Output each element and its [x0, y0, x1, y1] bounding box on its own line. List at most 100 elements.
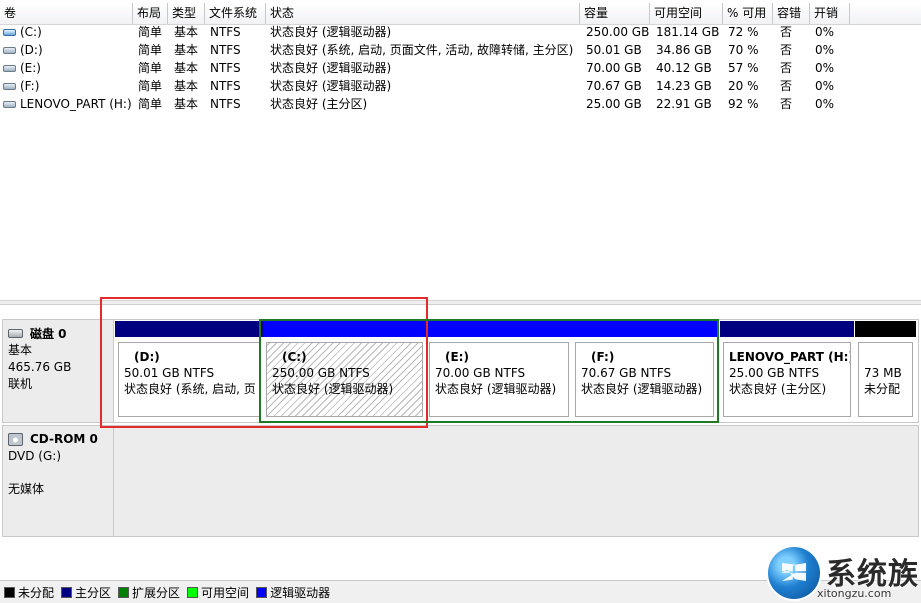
- status-cell: 状态良好 (主分区): [270, 97, 368, 111]
- percent-free-cell: 92 %: [728, 97, 759, 111]
- partition-c[interactable]: (C:) 250.00 GB NTFS 状态良好 (逻辑驱动器): [263, 321, 426, 420]
- table-row[interactable]: (F:) 简单 基本 NTFS 状态良好 (逻辑驱动器) 70.67 GB 14…: [0, 77, 921, 95]
- partition-size: 50.01 GB NTFS: [124, 366, 215, 380]
- partition-bar: [855, 321, 916, 337]
- col-header-fault-tolerance[interactable]: 容错: [773, 3, 810, 24]
- partition-bar: [720, 321, 854, 337]
- partition-status: 状态良好 (主分区): [729, 382, 827, 396]
- col-header-filesystem[interactable]: 文件系统: [205, 3, 266, 24]
- filesystem-cell: NTFS: [210, 25, 241, 39]
- cdrom-0-drive: DVD (G:): [8, 449, 61, 463]
- system-volume-icon: [3, 29, 16, 36]
- free-space-cell: 40.12 GB: [656, 61, 712, 75]
- percent-free-cell: 20 %: [728, 79, 759, 93]
- fault-tolerance-cell: 否: [780, 79, 793, 93]
- partition-unallocated[interactable]: 73 MB 未分配: [855, 321, 916, 420]
- legend-swatch: [256, 586, 268, 598]
- status-cell: 状态良好 (逻辑驱动器): [270, 79, 392, 93]
- fault-tolerance-cell: 否: [780, 43, 793, 57]
- free-space-cell: 181.14 GB: [656, 25, 720, 39]
- legend-extended: 扩展分区: [118, 584, 180, 601]
- col-header-type[interactable]: 类型: [168, 3, 205, 24]
- watermark-url: xitongzu.com: [817, 587, 892, 600]
- capacity-cell: 70.67 GB: [586, 79, 642, 93]
- layout-cell: 简单: [138, 43, 163, 57]
- overhead-cell: 0%: [815, 43, 835, 57]
- table-row[interactable]: (C:) 简单 基本 NTFS 状态良好 (逻辑驱动器) 250.00 GB 1…: [0, 23, 921, 41]
- partition-f[interactable]: (F:) 70.67 GB NTFS 状态良好 (逻辑驱动器): [572, 321, 717, 420]
- disk-0-partition-row: (D:) 50.01 GB NTFS 状态良好 (系统, 启动, 页 (C:) …: [114, 319, 919, 423]
- overhead-cell: 0%: [815, 97, 835, 111]
- fault-tolerance-cell: 否: [780, 97, 793, 111]
- disk-0-size: 465.76 GB: [8, 360, 72, 374]
- volume-list: 卷 布局 类型 文件系统 状态 容量 可用空间 % 可用 容错 开销 (C:) …: [0, 0, 921, 300]
- status-cell: 状态良好 (系统, 启动, 页面文件, 活动, 故障转储, 主分区): [270, 43, 574, 57]
- partition-status: 状态良好 (逻辑驱动器): [272, 382, 394, 396]
- layout-cell: 简单: [138, 25, 163, 39]
- windows-globe-icon: [768, 547, 820, 599]
- capacity-cell: 250.00 GB: [586, 25, 650, 39]
- partition-status: 状态良好 (系统, 启动, 页: [124, 382, 256, 396]
- capacity-cell: 70.00 GB: [586, 61, 642, 75]
- volume-icon: [3, 47, 16, 54]
- table-row[interactable]: (D:) 简单 基本 NTFS 状态良好 (系统, 启动, 页面文件, 活动, …: [0, 41, 921, 59]
- table-row[interactable]: LENOVO_PART (H:) 简单 基本 NTFS 状态良好 (主分区) 2…: [0, 95, 921, 113]
- type-cell: 基本: [174, 79, 199, 93]
- percent-free-cell: 57 %: [728, 61, 759, 75]
- volume-icon: [3, 65, 16, 72]
- col-header-capacity[interactable]: 容量: [580, 3, 650, 24]
- partition-size: 70.00 GB NTFS: [435, 366, 526, 380]
- partition-status: 未分配: [864, 382, 901, 396]
- partition-label: LENOVO_PART (H:): [729, 350, 851, 364]
- disk-0-info[interactable]: 磁盘 0 基本 465.76 GB 联机: [2, 319, 114, 423]
- partition-d-box: (D:) 50.01 GB NTFS 状态良好 (系统, 启动, 页: [118, 342, 260, 417]
- layout-cell: 简单: [138, 79, 163, 93]
- layout-cell: 简单: [138, 61, 163, 75]
- col-header-status[interactable]: 状态: [266, 3, 580, 24]
- column-header-row: 卷 布局 类型 文件系统 状态 容量 可用空间 % 可用 容错 开销: [0, 3, 921, 25]
- partition-label: (C:): [282, 350, 307, 364]
- type-cell: 基本: [174, 97, 199, 111]
- volume-name-cell: (E:): [3, 59, 133, 77]
- col-header-layout[interactable]: 布局: [133, 3, 168, 24]
- volume-name-cell: (D:): [3, 41, 133, 59]
- col-header-overhead[interactable]: 开销: [810, 3, 850, 24]
- volume-name-cell: LENOVO_PART (H:): [3, 95, 133, 113]
- col-header-filler: [850, 3, 921, 24]
- overhead-cell: 0%: [815, 25, 835, 39]
- partition-status: 状态良好 (逻辑驱动器): [435, 382, 557, 396]
- partition-e[interactable]: (E:) 70.00 GB NTFS 状态良好 (逻辑驱动器): [426, 321, 572, 420]
- overhead-cell: 0%: [815, 79, 835, 93]
- partition-bar: [263, 321, 426, 337]
- col-header-volume[interactable]: 卷: [0, 3, 133, 24]
- cdrom-0-info[interactable]: CD-ROM 0 DVD (G:) 无媒体: [2, 425, 114, 537]
- partition-bar: [115, 321, 263, 337]
- type-cell: 基本: [174, 43, 199, 57]
- unallocated-box: 73 MB 未分配: [858, 342, 913, 417]
- filesystem-cell: NTFS: [210, 43, 241, 57]
- volume-name-cell: (F:): [3, 77, 133, 95]
- hard-disk-icon: [8, 328, 23, 338]
- legend-free-space: 可用空间: [187, 584, 249, 601]
- partition-c-box-selected: (C:) 250.00 GB NTFS 状态良好 (逻辑驱动器): [266, 342, 423, 417]
- cdrom-0-media: 无媒体: [8, 482, 45, 496]
- partition-bar: [572, 321, 717, 337]
- watermark-logo: 系统族 xitongzu.com: [768, 545, 921, 603]
- legend-swatch: [4, 586, 15, 598]
- partition-d[interactable]: (D:) 50.01 GB NTFS 状态良好 (系统, 启动, 页: [115, 321, 263, 420]
- cd-drive-icon: [8, 432, 23, 446]
- percent-free-cell: 70 %: [728, 43, 759, 57]
- partition-size: 25.00 GB NTFS: [729, 366, 820, 380]
- partition-h[interactable]: LENOVO_PART (H:) 25.00 GB NTFS 状态良好 (主分区…: [720, 321, 854, 420]
- table-row[interactable]: (E:) 简单 基本 NTFS 状态良好 (逻辑驱动器) 70.00 GB 40…: [0, 59, 921, 77]
- filesystem-cell: NTFS: [210, 79, 241, 93]
- volume-icon: [3, 83, 16, 90]
- col-header-free-space[interactable]: 可用空间: [650, 3, 723, 24]
- legend-unallocated: 未分配: [4, 584, 54, 601]
- status-cell: 状态良好 (逻辑驱动器): [270, 61, 392, 75]
- legend-swatch: [118, 586, 130, 598]
- partition-size: 73 MB: [864, 366, 902, 380]
- partition-label: (F:): [591, 350, 615, 364]
- volume-name-cell: (C:): [3, 23, 133, 41]
- col-header-percent-free[interactable]: % 可用: [723, 3, 773, 24]
